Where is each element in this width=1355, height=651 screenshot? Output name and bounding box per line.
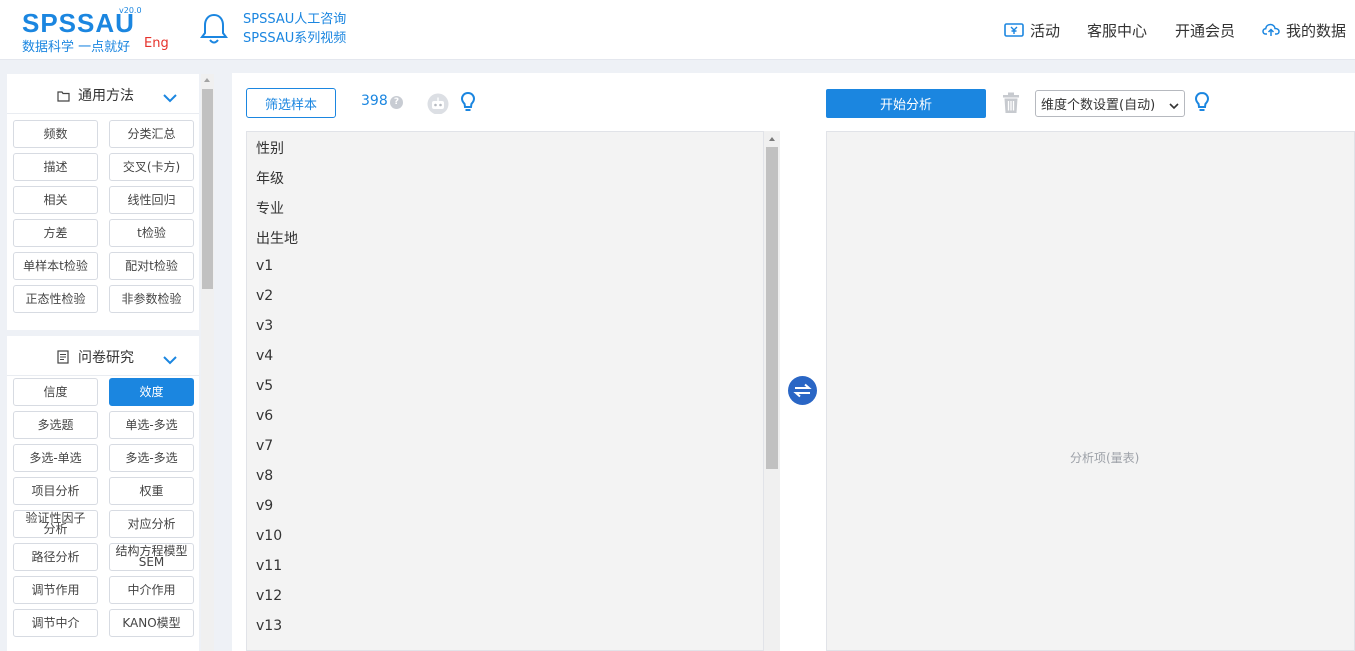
survey-methods-title: 问卷研究 [78,350,134,366]
method-button[interactable]: 多选-单选 [13,444,98,472]
nav-member[interactable]: 开通会员 [1175,0,1235,60]
method-button[interactable]: 配对t检验 [109,252,194,280]
method-button[interactable]: 结构方程模型 SEM [109,543,194,571]
nav-my-data-label: 我的数据 [1286,21,1347,40]
method-button-label-line: 分析 [43,522,68,536]
consult-link[interactable]: SPSSAU人工咨询 [243,10,346,29]
variable-item[interactable]: v4 [256,348,273,364]
chevron-down-icon [1169,99,1179,114]
robot-icon[interactable] [426,92,450,118]
method-button[interactable]: 正态性检验 [13,285,98,313]
general-methods-title: 通用方法 [78,88,134,104]
help-icon[interactable]: ? [390,96,403,109]
method-button[interactable]: 交叉(卡方) [109,153,194,181]
method-button[interactable]: 单样本t检验 [13,252,98,280]
bell-icon[interactable] [199,12,229,46]
variable-item[interactable]: 性别 [256,138,284,158]
variable-item[interactable]: v1 [256,258,273,274]
method-button[interactable]: 频数 [13,120,98,148]
analysis-items-dropzone[interactable]: 分析项(量表) [826,131,1355,651]
dimension-count-value: 维度个数设置(自动) [1041,98,1156,113]
lightbulb-icon[interactable] [1194,91,1210,117]
method-button[interactable]: KANO模型 [109,609,194,637]
method-button-label-line: SEM [138,555,165,569]
variable-item[interactable]: v5 [256,378,273,394]
cloud-upload-icon [1262,22,1280,38]
method-button[interactable]: 多选-多选 [109,444,194,472]
nav-member-label: 开通会员 [1175,21,1236,40]
scroll-up-arrow[interactable] [204,78,210,82]
method-button[interactable]: 对应分析 [109,510,194,538]
method-button[interactable]: 效度 [109,378,194,406]
method-button[interactable]: 方差 [13,219,98,247]
analysis-panel: 筛选样本 398 ? 性别年级专业出生地 v1 v2 v3 v4 v5 v6 v7 v8 v9 v1… [232,73,1355,651]
sidebar-scrollbar[interactable] [201,74,214,651]
method-sidebar: 通用方法 频数 分类汇总 描述 交叉(卡方) 相关 线性回归 方差 t检验 单样本t检验 配对t检… [7,74,199,651]
method-button[interactable]: 调节作用 [13,576,98,604]
method-button[interactable]: 权重 [109,477,194,505]
variable-item[interactable]: v12 [256,588,282,604]
start-analysis-button[interactable]: 开始分析 [826,89,986,118]
spssau-logo[interactable]: SPSSAU v20.0 数据科学 一点就好 Eng [22,6,182,56]
variable-list[interactable]: 性别年级专业出生地 v1 v2 v3 v4 v5 v6 v7 v8 v9 v10 v11 v12 v13 [246,131,764,651]
method-button[interactable]: 单选-多选 [109,411,194,439]
nav-my-data[interactable]: 我的数据 [1262,0,1346,60]
method-button[interactable]: 线性回归 [109,186,194,214]
ticket-icon [1004,22,1024,38]
survey-methods-header[interactable]: 问卷研究 [7,330,199,376]
method-button[interactable]: 路径分析 [13,543,98,571]
document-icon [57,349,69,368]
variable-item[interactable]: v3 [256,318,273,334]
video-link[interactable]: SPSSAU系列视频 [243,29,346,48]
scroll-up-arrow[interactable] [769,137,775,141]
logo-tagline: 数据科学 一点就好 [22,40,131,55]
nav-activity-label: 活动 [1030,21,1061,40]
nav-service[interactable]: 客服中心 [1087,0,1147,60]
method-button[interactable]: 项目分析 [13,477,98,505]
variable-item[interactable]: v9 [256,498,273,514]
dimension-count-select[interactable]: 维度个数设置(自动) [1035,90,1185,117]
trash-icon[interactable] [1002,92,1020,118]
variable-item[interactable]: v6 [256,408,273,424]
variable-item[interactable]: 专业 [256,198,284,218]
variable-item[interactable]: v11 [256,558,282,574]
sample-count: 398 [361,93,388,109]
variable-scroll-thumb[interactable] [766,147,778,469]
sidebar-scroll-thumb[interactable] [202,89,213,289]
swap-arrows-icon[interactable] [788,376,817,405]
method-button[interactable]: 非参数检验 [109,285,194,313]
method-button[interactable]: t检验 [109,219,194,247]
chevron-down-icon[interactable] [163,350,177,369]
filter-samples-button[interactable]: 筛选样本 [246,88,336,118]
method-button[interactable]: 描述 [13,153,98,181]
variable-list-scrollbar[interactable] [764,131,780,651]
variable-item[interactable]: v13 [256,618,282,634]
method-button[interactable]: 验证性因子 分析 [13,510,98,538]
general-methods-header[interactable]: 通用方法 [7,74,199,114]
method-button[interactable]: 分类汇总 [109,120,194,148]
variable-item[interactable]: v10 [256,528,282,544]
folder-icon [57,87,70,106]
method-button[interactable]: 相关 [13,186,98,214]
language-switch-link[interactable]: Eng [144,36,169,51]
method-button[interactable]: 多选题 [13,411,98,439]
top-header: SPSSAU v20.0 数据科学 一点就好 Eng SPSSAU人工咨询 SP… [0,0,1355,60]
variable-item[interactable]: 年级 [256,168,284,188]
variable-item[interactable]: v7 [256,438,273,454]
variable-item[interactable]: v8 [256,468,273,484]
method-button[interactable]: 调节中介 [13,609,98,637]
method-button[interactable]: 信度 [13,378,98,406]
nav-activity[interactable]: 活动 [1004,0,1060,60]
logo-version: v20.0 [119,6,142,15]
notice-links: SPSSAU人工咨询 SPSSAU系列视频 [243,10,346,48]
chevron-down-icon[interactable] [163,88,177,107]
lightbulb-icon[interactable] [460,91,476,117]
nav-service-label: 客服中心 [1087,21,1148,40]
method-button[interactable]: 中介作用 [109,576,194,604]
variable-item[interactable]: 出生地 [256,228,298,248]
variable-item[interactable]: v2 [256,288,273,304]
logo-text: SPSSAU [22,8,135,38]
analysis-placeholder: 分析项(量表) [1070,451,1140,465]
